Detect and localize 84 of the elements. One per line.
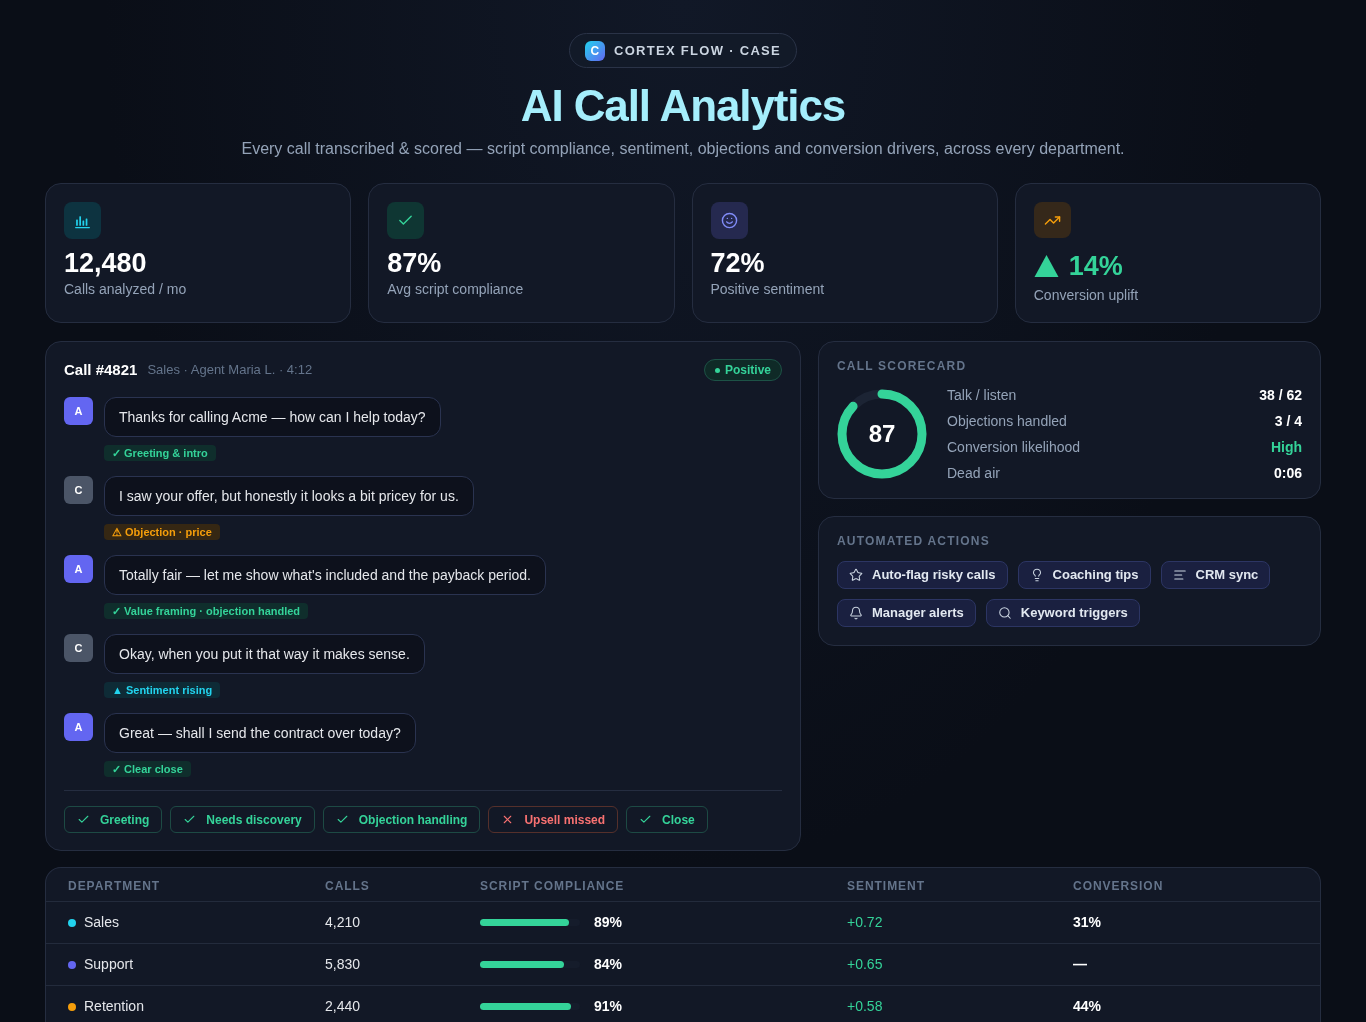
- brand-name: CORTEX FLOW · CASE: [613, 41, 782, 60]
- table-cell-text: 89%: [594, 913, 623, 932]
- stat-label: Positive sentiment: [710, 280, 826, 298]
- bell-icon: [849, 606, 863, 620]
- message-bubble: Thanks for calling Acme — how can I help today?: [104, 397, 441, 437]
- page-title: AI Call Analytics: [520, 82, 846, 130]
- checklist-label: Close: [662, 811, 695, 829]
- action-button[interactable]: Coaching tips: [1017, 561, 1151, 589]
- stat-label: Conversion uplift: [1033, 286, 1140, 304]
- metric-value: 0:06: [1273, 463, 1302, 483]
- metric-label: Talk / listen: [947, 385, 1017, 405]
- annotation-tag: ✓ Greeting & intro: [104, 445, 216, 461]
- annotation-tag: ⚠ Objection · price: [104, 524, 220, 540]
- metric-label: Conversion likelihood: [947, 437, 1081, 457]
- stat-value: 72%: [710, 247, 765, 279]
- table-cell-text: 84%: [594, 955, 623, 974]
- table-cell-text: +0.58: [847, 997, 884, 1016]
- lines-icon: [1172, 568, 1187, 582]
- column-header: CONVERSION: [1073, 877, 1165, 895]
- avatar: C: [64, 634, 93, 662]
- stat-label: Avg script compliance: [387, 280, 525, 298]
- checklist-label: Objection handling: [358, 811, 468, 829]
- sentiment-label: Positive: [724, 362, 771, 379]
- stat-value: 12,480: [64, 247, 147, 279]
- metric-value: 38 / 62: [1259, 385, 1302, 405]
- avatar: A: [64, 555, 93, 583]
- call-meta: Sales · Agent Maria L. · 4:12: [147, 361, 313, 380]
- smile-icon: [710, 202, 748, 239]
- checklist-label: Upsell missed: [524, 811, 606, 829]
- table-cell-text: 44%: [1073, 997, 1103, 1016]
- stat-value: 14%: [1068, 249, 1123, 282]
- brand-logo: C: [584, 40, 605, 61]
- metric-label: Dead air: [947, 463, 1000, 483]
- table-cell-text: 5,830: [325, 955, 362, 974]
- table-cell-text: +0.72: [847, 913, 884, 932]
- action-button[interactable]: Manager alerts: [837, 599, 976, 627]
- search-icon: [997, 606, 1012, 620]
- avatar: A: [64, 397, 93, 425]
- message-bubble: I saw your offer, but honestly it looks a bit pricey for us.: [104, 476, 474, 516]
- annotation-tag: ✓ Value framing · objection handled: [104, 603, 309, 619]
- action-button[interactable]: Keyword triggers: [985, 599, 1140, 627]
- action-button[interactable]: CRM sync: [1160, 561, 1271, 589]
- table-cell-text: —: [1073, 955, 1088, 974]
- department-name: Support: [84, 955, 134, 974]
- annotation-tag: ▲ Sentiment rising: [104, 682, 221, 698]
- check-icon: [387, 202, 425, 239]
- check-icon: [77, 813, 90, 826]
- call-title: Call #4821: [64, 359, 138, 380]
- avatar: A: [64, 713, 93, 741]
- department-name: Retention: [84, 997, 144, 1016]
- checklist-label: Greeting: [100, 811, 150, 829]
- column-header: DEPARTMENT: [68, 877, 162, 895]
- page-subtitle: Every call transcribed & scored — script compliance, sentiment, objections and conversion drivers, across every department.: [241, 139, 1125, 159]
- column-header: CALLS: [325, 877, 371, 895]
- score-value: 87: [868, 420, 896, 448]
- column-header: SENTIMENT: [847, 877, 926, 895]
- stat-label: Calls analyzed / mo: [64, 280, 188, 298]
- metric-value: 3 / 4: [1274, 411, 1302, 431]
- panel-title: AUTOMATED ACTIONS: [837, 534, 991, 548]
- avatar: C: [64, 476, 93, 504]
- metric-label: Objections handled: [947, 411, 1067, 431]
- up-triangle-icon: [1033, 254, 1059, 277]
- star-icon: [849, 568, 863, 582]
- table-cell-text: 31%: [1073, 913, 1103, 932]
- metric-value: High: [1270, 437, 1302, 457]
- department-name: Sales: [84, 913, 120, 932]
- table-cell-text: 4,210: [325, 913, 362, 932]
- table-cell-text: +0.65: [847, 955, 884, 974]
- message-bubble: Great — shall I send the contract over today?: [104, 713, 416, 753]
- check-icon: [183, 813, 197, 826]
- trending-up-icon: [1033, 202, 1071, 239]
- bar-chart-icon: [64, 202, 101, 239]
- stat-value: 87%: [387, 247, 442, 279]
- annotation-tag: ✓ Clear close: [104, 761, 191, 777]
- panel-title: CALL SCORECARD: [837, 359, 968, 373]
- column-header: SCRIPT COMPLIANCE: [480, 877, 626, 895]
- check-icon: [335, 813, 349, 826]
- table-cell-text: 2,440: [325, 997, 362, 1016]
- table-cell-text: 91%: [594, 997, 623, 1016]
- message-bubble: Okay, when you put it that way it makes sense.: [104, 634, 425, 674]
- check-icon: [639, 813, 653, 826]
- checklist-label: Needs discovery: [206, 811, 302, 829]
- action-button[interactable]: Auto-flag risky calls: [837, 561, 1008, 589]
- message-bubble: Totally fair — let me show what's included and the payback period.: [104, 555, 546, 595]
